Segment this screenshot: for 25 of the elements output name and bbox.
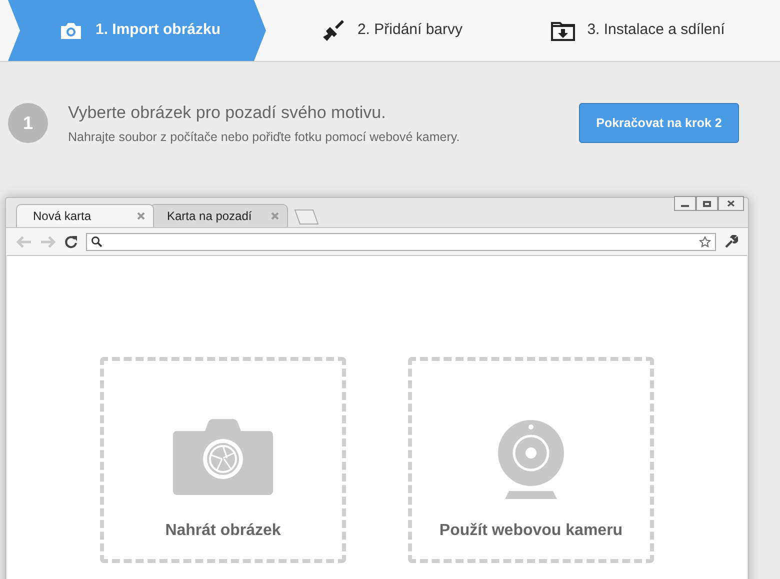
download-folder-icon — [551, 20, 576, 40]
star-icon[interactable] — [699, 236, 711, 248]
step-number-badge: 1 — [8, 103, 48, 144]
tab-title: Karta na pozadí — [167, 208, 252, 225]
minimize-icon[interactable] — [674, 196, 696, 211]
paintbrush-icon — [321, 18, 346, 42]
option-label: Použít webovou kameru — [439, 521, 623, 541]
upload-option[interactable]: Použít webovou kameru — [408, 357, 654, 563]
tab-title: Nová karta — [33, 208, 92, 225]
address-field[interactable] — [86, 232, 716, 250]
intro-subtitle: Nahrajte soubor z počítače nebo pořiďte fotku pomocí webové kamery. — [68, 128, 461, 146]
option-label: Nahrát obrázek — [165, 521, 281, 541]
camera-icon — [59, 22, 84, 40]
camera-icon — [173, 419, 273, 495]
reload-icon[interactable] — [64, 234, 78, 248]
close-window-icon[interactable] — [718, 196, 744, 211]
search-icon — [91, 236, 102, 247]
browser-tab[interactable]: Nová karta — [16, 204, 154, 227]
close-icon[interactable] — [137, 212, 145, 220]
browser-tab[interactable]: Karta na pozadí — [150, 204, 288, 227]
intro-title: Vyberte obrázek pro pozadí svého motivu. — [68, 102, 387, 124]
wrench-icon[interactable] — [724, 234, 738, 248]
upload-option[interactable]: Nahrát obrázek — [100, 357, 346, 563]
maximize-icon[interactable] — [696, 196, 718, 211]
webcam-icon — [497, 419, 565, 499]
